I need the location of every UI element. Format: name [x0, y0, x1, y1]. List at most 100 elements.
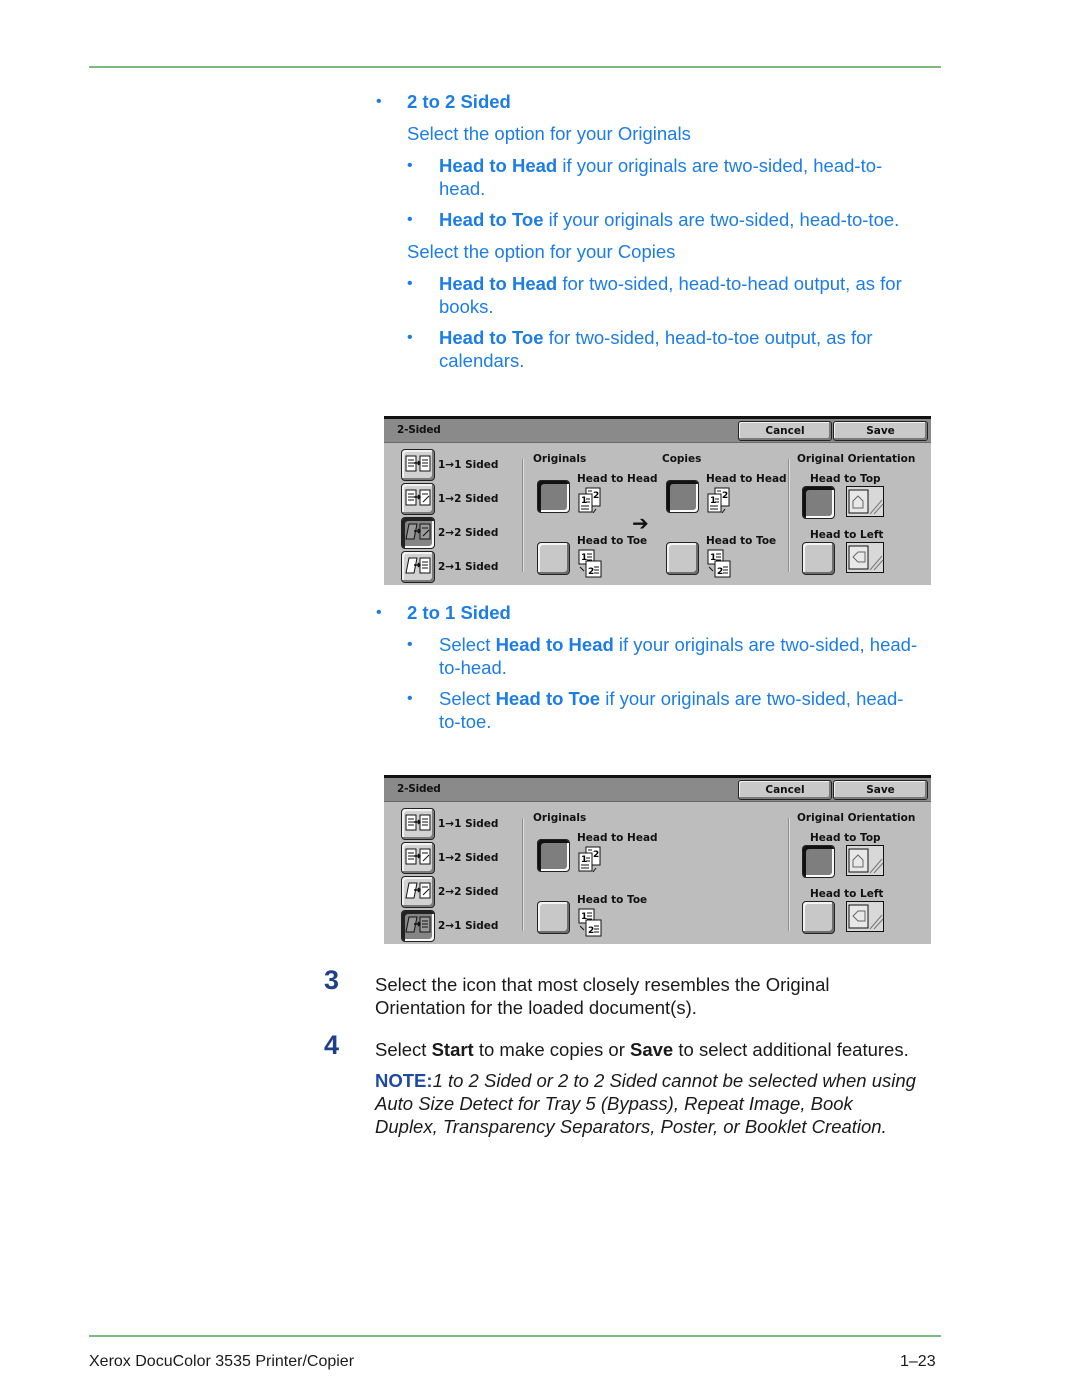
step-number-4: 4 [324, 1030, 340, 1060]
originals-head-to-toe-label: Head to Toe [577, 894, 648, 906]
arrow-right-icon: ➔ [632, 511, 649, 535]
originals-item-head-to-head-cont: head. [439, 178, 486, 199]
head-to-top-label: Head to Top [810, 473, 881, 485]
head-to-left-label: Head to Left [810, 529, 884, 541]
two-to-two-icon [405, 882, 431, 899]
svg-text:2: 2 [722, 491, 728, 501]
note-line2: Auto Size Detect for Tray 5 (Bypass), Re… [375, 1093, 853, 1114]
mode-1to2-label: 1→2 Sided [438, 493, 499, 505]
mode-2to2-label: 2→2 Sided [438, 886, 499, 898]
one-to-one-icon [405, 455, 431, 472]
originals-item-head-to-toe: Head to Toe if your originals are two-si… [439, 209, 900, 230]
note-line3: Duplex, Transparency Separators, Poster,… [375, 1116, 887, 1137]
panel-titlebar: 2-Sided Cancel Save [384, 419, 931, 443]
section-heading-2to2: 2 to 2 Sided [407, 91, 511, 112]
mode-1to2-button[interactable] [401, 842, 435, 874]
copies-head-to-head-button[interactable] [666, 480, 699, 513]
copies-item-head-to-head-cont: books. [439, 296, 494, 317]
mode-1to1-label: 1→1 Sided [438, 459, 499, 471]
two-to-one-icon [405, 916, 431, 933]
bullet-icon: • [407, 211, 413, 228]
head-to-top-orientation-icon [846, 845, 884, 876]
2to1-item-head-to-head-cont: to-head. [439, 657, 507, 678]
footer-page-number: 1–23 [900, 1353, 936, 1370]
svg-text:2: 2 [593, 491, 599, 501]
mode-2to1-label: 2→1 Sided [438, 920, 499, 932]
head-to-left-label: Head to Left [810, 888, 884, 900]
head-to-top-button[interactable] [802, 845, 835, 878]
one-to-two-icon [405, 489, 431, 506]
mode-2to1-button[interactable] [401, 910, 435, 942]
panel-title: 2-Sided [397, 783, 441, 795]
originals-item-head-to-head: Head to Head if your originals are two-s… [439, 155, 883, 176]
svg-text:1: 1 [710, 496, 716, 506]
two-to-one-icon [405, 557, 431, 574]
footer-product: Xerox DocuColor 3535 Printer/Copier [89, 1353, 355, 1370]
head-to-toe-doc-icon: 12 [578, 549, 602, 578]
copies-head-to-toe-button[interactable] [666, 542, 699, 575]
bullet-icon: • [407, 690, 413, 707]
divider [788, 818, 789, 931]
svg-text:2: 2 [588, 926, 594, 936]
two-sided-panel-2to2: 2-Sided Cancel Save 1→1 Sided 1→2 Sided … [384, 416, 931, 585]
mode-1to1-button[interactable] [401, 808, 435, 840]
copies-head-to-toe-label: Head to Toe [706, 535, 777, 547]
bullet-icon: • [407, 275, 413, 292]
step-3-line2: Orientation for the loaded document(s). [375, 997, 697, 1018]
originals-head-to-head-label: Head to Head [577, 832, 658, 844]
mode-1to1-label: 1→1 Sided [438, 818, 499, 830]
originals-head-to-head-button[interactable] [537, 839, 570, 872]
panel-title: 2-Sided [397, 424, 441, 436]
orientation-header: Original Orientation [797, 453, 916, 465]
bullet-icon: • [376, 93, 382, 110]
footer-rule [89, 1335, 941, 1337]
bullet-icon: • [376, 604, 382, 621]
bullet-icon: • [407, 636, 413, 653]
head-to-left-button[interactable] [802, 542, 835, 575]
divider [522, 459, 523, 572]
2to1-item-head-to-toe: Select Head to Toe if your originals are… [439, 688, 904, 709]
cancel-button[interactable]: Cancel [738, 421, 832, 441]
bullet-icon: • [407, 157, 413, 174]
save-button[interactable]: Save [833, 421, 928, 441]
copies-item-head-to-toe: Head to Toe for two-sided, head-to-toe o… [439, 327, 873, 348]
svg-text:2: 2 [588, 567, 594, 577]
originals-head-to-toe-button[interactable] [537, 542, 570, 575]
mode-2to1-label: 2→1 Sided [438, 561, 499, 573]
svg-text:2: 2 [717, 567, 723, 577]
copies-item-head-to-toe-cont: calendars. [439, 350, 525, 371]
save-button[interactable]: Save [833, 780, 928, 800]
head-to-left-button[interactable] [802, 901, 835, 934]
mode-2to2-button[interactable] [401, 517, 435, 549]
bullet-icon: • [407, 329, 413, 346]
head-to-left-orientation-icon [846, 901, 884, 932]
mode-1to2-button[interactable] [401, 483, 435, 515]
svg-text:2: 2 [593, 850, 599, 860]
section-heading-2to1: 2 to 1 Sided [407, 602, 511, 623]
cancel-button[interactable]: Cancel [738, 780, 832, 800]
one-to-two-icon [405, 848, 431, 865]
orientation-header: Original Orientation [797, 812, 916, 824]
mode-2to2-button[interactable] [401, 876, 435, 908]
copies-header: Copies [662, 453, 702, 465]
step-number-3: 3 [324, 965, 340, 995]
head-to-top-button[interactable] [802, 486, 835, 519]
mode-1to1-button[interactable] [401, 449, 435, 481]
svg-text:1: 1 [581, 855, 587, 865]
originals-header: Originals [533, 812, 587, 824]
originals-head-to-head-button[interactable] [537, 480, 570, 513]
2to1-item-head-to-head: Select Head to Head if your originals ar… [439, 634, 918, 655]
panel-titlebar: 2-Sided Cancel Save [384, 778, 931, 802]
2to1-item-head-to-toe-cont: to-toe. [439, 711, 492, 732]
mode-1to2-label: 1→2 Sided [438, 852, 499, 864]
two-to-two-icon [405, 523, 431, 540]
divider [788, 459, 789, 572]
mode-2to1-button[interactable] [401, 551, 435, 583]
head-to-toe-doc-icon: 12 [707, 549, 731, 578]
originals-head-to-toe-button[interactable] [537, 901, 570, 934]
header-rule [89, 66, 941, 68]
head-to-top-orientation-icon [846, 486, 884, 517]
note-line1: NOTE:1 to 2 Sided or 2 to 2 Sided cannot… [375, 1070, 916, 1091]
head-to-left-orientation-icon [846, 542, 884, 573]
originals-intro: Select the option for your Originals [407, 123, 691, 144]
